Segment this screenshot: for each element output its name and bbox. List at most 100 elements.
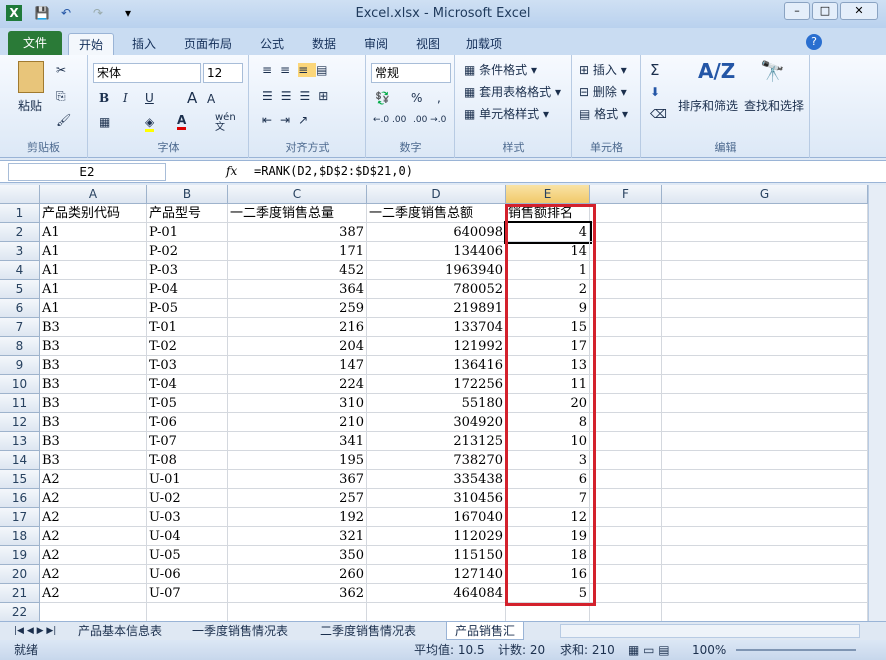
empty-cell[interactable] [662,261,868,280]
table-cell[interactable]: T-07 [147,432,228,451]
table-cell[interactable]: 136416 [367,356,506,375]
empty-cell[interactable] [590,432,662,451]
table-cell[interactable]: 780052 [367,280,506,299]
empty-cell[interactable] [662,489,868,508]
insert-cells-button[interactable]: ⊞ 插入 ▾ [579,61,627,78]
table-cell[interactable]: 9 [506,299,590,318]
fill-color-icon[interactable]: ◈ [145,115,155,132]
table-cell[interactable]: A1 [40,261,147,280]
table-cell[interactable]: A1 [40,299,147,318]
empty-cell[interactable] [590,489,662,508]
tab-page-layout[interactable]: 页面布局 [174,33,242,55]
empty-cell[interactable] [662,242,868,261]
table-cell[interactable]: 7 [506,489,590,508]
table-cell[interactable]: 133704 [367,318,506,337]
empty-cell[interactable] [590,394,662,413]
table-cell[interactable]: A1 [40,223,147,242]
indent-orientation-icons[interactable]: ⇤⇥↗ [262,113,316,127]
row-header[interactable]: 3 [0,242,40,261]
row-header[interactable]: 9 [0,356,40,375]
tab-file[interactable]: 文件 [8,31,62,55]
bold-button[interactable]: B [99,91,109,105]
cut-icon[interactable]: ✂ [56,63,66,77]
table-cell[interactable]: P-04 [147,280,228,299]
empty-cell[interactable] [367,603,506,621]
empty-cell[interactable] [662,546,868,565]
table-cell[interactable]: 192 [228,508,367,527]
delete-cells-button[interactable]: ⊟ 删除 ▾ [579,83,627,100]
table-cell[interactable]: 127140 [367,565,506,584]
copy-icon[interactable]: ⎘ [56,89,66,104]
font-name-select[interactable]: 宋体 [93,63,201,83]
tab-addins[interactable]: 加载项 [456,33,512,55]
table-cell[interactable]: 3 [506,451,590,470]
table-cell[interactable]: 14 [506,242,590,261]
find-select-button[interactable]: 查找和选择 [744,97,804,114]
minimize-button[interactable]: – [784,2,810,20]
table-cell[interactable]: T-04 [147,375,228,394]
decrease-decimal-button[interactable]: .00 →.0 [413,115,446,125]
horizontal-scrollbar[interactable] [560,624,860,638]
table-cell[interactable]: 213125 [367,432,506,451]
table-cell[interactable]: A2 [40,546,147,565]
table-cell[interactable]: 13 [506,356,590,375]
table-cell[interactable]: U-07 [147,584,228,603]
format-as-table-button[interactable]: ▦ 套用表格格式 ▾ [464,83,561,100]
empty-cell[interactable] [662,280,868,299]
empty-cell[interactable] [590,375,662,394]
name-box[interactable]: E2 [8,163,166,181]
paste-icon[interactable] [18,61,44,93]
font-size-select[interactable]: 12 [203,63,243,83]
empty-cell[interactable] [590,261,662,280]
column-title-cell[interactable]: 产品型号 [147,204,228,223]
row-header[interactable]: 16 [0,489,40,508]
table-cell[interactable]: 147 [228,356,367,375]
tab-insert[interactable]: 插入 [122,33,166,55]
table-cell[interactable]: 738270 [367,451,506,470]
column-header[interactable]: B [147,185,228,204]
sheet-nav-arrows[interactable]: |◀ ◀ ▶ ▶| [6,622,64,640]
table-cell[interactable]: 167040 [367,508,506,527]
empty-cell[interactable] [590,527,662,546]
row-header[interactable]: 13 [0,432,40,451]
empty-cell[interactable] [662,375,868,394]
table-cell[interactable]: A1 [40,280,147,299]
table-cell[interactable]: 112029 [367,527,506,546]
table-cell[interactable]: 204 [228,337,367,356]
empty-cell[interactable] [147,603,228,621]
number-format-select[interactable]: 常规 [371,63,451,83]
close-button[interactable]: ✕ [840,2,878,20]
formula-input[interactable]: =RANK(D2,$D$2:$D$21,0) [254,164,413,178]
table-cell[interactable]: B3 [40,451,147,470]
row-header[interactable]: 17 [0,508,40,527]
tab-review[interactable]: 审阅 [354,33,398,55]
row-header[interactable]: 11 [0,394,40,413]
phonetic-button[interactable]: wén 文 [215,113,245,133]
table-cell[interactable]: U-04 [147,527,228,546]
empty-cell[interactable] [590,565,662,584]
table-cell[interactable]: 310 [228,394,367,413]
table-cell[interactable]: U-06 [147,565,228,584]
table-cell[interactable]: 387 [228,223,367,242]
table-cell[interactable]: 452 [228,261,367,280]
row-header[interactable]: 15 [0,470,40,489]
empty-cell[interactable] [662,413,868,432]
table-cell[interactable]: 1963940 [367,261,506,280]
row-header[interactable]: 14 [0,451,40,470]
empty-cell[interactable] [590,318,662,337]
autosum-button[interactable]: Σ [650,61,659,79]
empty-cell[interactable] [590,470,662,489]
shrink-font-button[interactable]: A [207,92,215,106]
zoom-level[interactable]: 100% [692,640,726,660]
table-cell[interactable]: 210 [228,413,367,432]
empty-cell[interactable] [662,470,868,489]
sheet-tab[interactable]: 二季度销售情况表 [312,622,424,640]
accounting-icon[interactable]: 💱 [375,91,390,105]
empty-cell[interactable] [590,223,662,242]
tab-data[interactable]: 数据 [302,33,346,55]
empty-cell[interactable] [590,299,662,318]
table-cell[interactable]: P-03 [147,261,228,280]
table-cell[interactable]: A2 [40,489,147,508]
vertical-scrollbar[interactable] [868,185,886,621]
paste-button[interactable]: 粘贴 [18,97,42,114]
